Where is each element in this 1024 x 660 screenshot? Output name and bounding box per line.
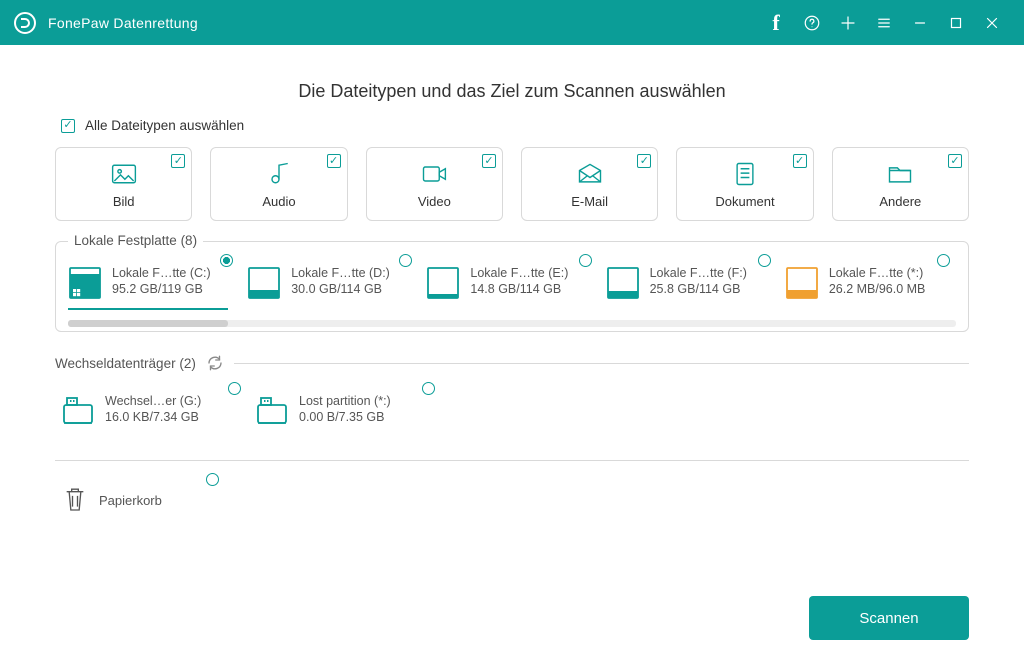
- filetype-label: E-Mail: [571, 194, 608, 209]
- drive-name: Lost partition (*:): [299, 394, 391, 408]
- drive-size: 25.8 GB/114 GB: [650, 282, 747, 296]
- drive-size: 14.8 GB/114 GB: [470, 282, 568, 296]
- scan-button[interactable]: Scannen: [809, 596, 969, 640]
- filetype-label: Audio: [262, 194, 295, 209]
- filetype-row: Bild Audio Video E-Mail Dokument: [55, 147, 969, 221]
- removable-drive[interactable]: Lost partition (*:) 0.00 B/7.35 GB: [255, 392, 441, 430]
- filetype-label: Bild: [113, 194, 135, 209]
- add-button[interactable]: [830, 0, 866, 45]
- checkbox-icon: [61, 119, 75, 133]
- title-bar: FonePaw Datenrettung f: [0, 0, 1024, 45]
- filetype-label: Video: [418, 194, 451, 209]
- checkbox-icon: [482, 154, 496, 168]
- minimize-button[interactable]: [902, 0, 938, 45]
- checkbox-icon: [948, 154, 962, 168]
- radio-icon: [758, 254, 771, 267]
- radio-icon: [228, 382, 241, 395]
- disk-icon: [606, 266, 640, 300]
- disk-icon: [785, 266, 819, 300]
- drive-name: Lokale F…tte (*:): [829, 266, 926, 280]
- section-title-local: Lokale Festplatte (8): [68, 233, 203, 248]
- checkbox-icon: [637, 154, 651, 168]
- divider: [55, 460, 969, 461]
- audio-icon: [265, 160, 293, 188]
- trash-label: Papierkorb: [99, 493, 162, 508]
- app-title: FonePaw Datenrettung: [48, 15, 198, 31]
- app-logo-icon: [14, 12, 36, 34]
- menu-button[interactable]: [866, 0, 902, 45]
- radio-icon: [399, 254, 412, 267]
- usb-icon: [61, 394, 95, 428]
- folder-icon: [886, 160, 914, 188]
- filetype-image[interactable]: Bild: [55, 147, 192, 221]
- local-drive[interactable]: Lokale F…tte (C:) 95.2 GB/119 GB: [68, 264, 239, 302]
- drive-name: Lokale F…tte (C:): [112, 266, 211, 280]
- disk-icon: [68, 266, 102, 300]
- email-icon: [576, 160, 604, 188]
- radio-icon: [579, 254, 592, 267]
- disk-icon: [247, 266, 281, 300]
- close-button[interactable]: [974, 0, 1010, 45]
- select-all-label: Alle Dateitypen auswählen: [85, 118, 244, 133]
- divider: [234, 363, 969, 364]
- local-drive[interactable]: Lokale F…tte (F:) 25.8 GB/114 GB: [606, 264, 777, 302]
- removable-drives-row: Wechsel…er (G:) 16.0 KB/7.34 GB Lost par…: [55, 392, 969, 430]
- removable-drive[interactable]: Wechsel…er (G:) 16.0 KB/7.34 GB: [61, 392, 247, 430]
- usb-icon: [255, 394, 289, 428]
- help-button[interactable]: [794, 0, 830, 45]
- filetype-audio[interactable]: Audio: [210, 147, 347, 221]
- drive-size: 16.0 KB/7.34 GB: [105, 410, 201, 424]
- refresh-button[interactable]: [206, 354, 224, 372]
- filetype-email[interactable]: E-Mail: [521, 147, 658, 221]
- local-drive[interactable]: Lokale F…tte (*:) 26.2 MB/96.0 MB: [785, 264, 956, 302]
- maximize-button[interactable]: [938, 0, 974, 45]
- select-all-filetypes[interactable]: Alle Dateitypen auswählen: [61, 118, 969, 133]
- section-title-removable: Wechseldatenträger (2): [55, 356, 196, 371]
- radio-icon: [422, 382, 435, 395]
- document-icon: [731, 160, 759, 188]
- recycle-bin[interactable]: Papierkorb: [55, 485, 231, 515]
- selected-drive-underline: [68, 308, 228, 310]
- scrollbar-thumb[interactable]: [68, 320, 228, 327]
- image-icon: [110, 160, 138, 188]
- drive-size: 30.0 GB/114 GB: [291, 282, 390, 296]
- trash-icon: [61, 485, 89, 515]
- drive-size: 95.2 GB/119 GB: [112, 282, 211, 296]
- checkbox-icon: [793, 154, 807, 168]
- drive-size: 0.00 B/7.35 GB: [299, 410, 391, 424]
- radio-icon: [937, 254, 950, 267]
- local-drive[interactable]: Lokale F…tte (E:) 14.8 GB/114 GB: [426, 264, 597, 302]
- drive-name: Lokale F…tte (E:): [470, 266, 568, 280]
- drives-scrollbar[interactable]: [68, 320, 956, 327]
- filetype-document[interactable]: Dokument: [676, 147, 813, 221]
- radio-icon: [220, 254, 233, 267]
- filetype-other[interactable]: Andere: [832, 147, 969, 221]
- filetype-video[interactable]: Video: [366, 147, 503, 221]
- filetype-label: Andere: [879, 194, 921, 209]
- drive-name: Lokale F…tte (F:): [650, 266, 747, 280]
- local-drive[interactable]: Lokale F…tte (D:) 30.0 GB/114 GB: [247, 264, 418, 302]
- drive-size: 26.2 MB/96.0 MB: [829, 282, 926, 296]
- page-heading: Die Dateitypen und das Ziel zum Scannen …: [55, 81, 969, 102]
- video-icon: [420, 160, 448, 188]
- filetype-label: Dokument: [715, 194, 774, 209]
- checkbox-icon: [327, 154, 341, 168]
- radio-icon: [206, 473, 219, 486]
- checkbox-icon: [171, 154, 185, 168]
- disk-icon: [426, 266, 460, 300]
- facebook-button[interactable]: f: [758, 0, 794, 45]
- drive-name: Lokale F…tte (D:): [291, 266, 390, 280]
- drive-name: Wechsel…er (G:): [105, 394, 201, 408]
- local-drives-row: Lokale F…tte (C:) 95.2 GB/119 GB Lokale …: [68, 264, 956, 302]
